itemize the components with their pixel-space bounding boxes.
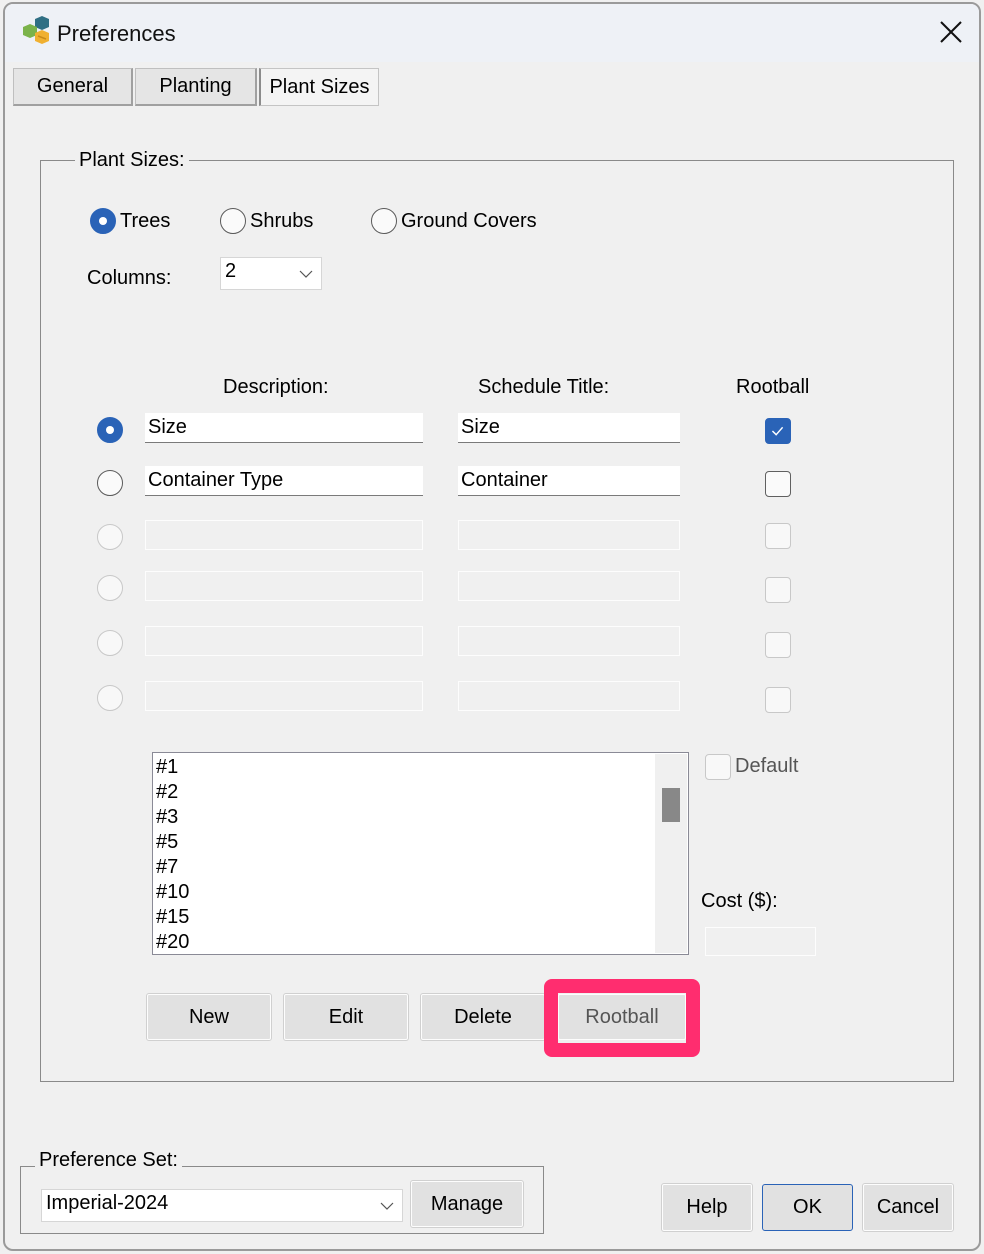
list-item[interactable]: #2 [153, 780, 688, 805]
schedule-title-field-4[interactable] [458, 571, 680, 601]
list-item[interactable]: #3 [153, 805, 688, 830]
rootball-checkbox-6[interactable] [765, 687, 791, 713]
tab-general[interactable]: General [13, 68, 133, 106]
chevron-down-icon [299, 270, 313, 278]
preference-set-label: Preference Set: [35, 1149, 182, 1172]
row-radio-1[interactable] [97, 417, 123, 443]
size-list-scrollbar[interactable] [655, 754, 687, 953]
rootball-checkbox-1[interactable] [765, 418, 791, 444]
schedule-title-header: Schedule Title: [478, 376, 610, 398]
tab-planting[interactable]: Planting [135, 68, 257, 106]
close-icon[interactable] [937, 18, 965, 46]
preferences-dialog: Preferences General Planting Plant Sizes… [3, 2, 981, 1251]
rootball-checkbox-5[interactable] [765, 632, 791, 658]
description-field-3[interactable] [145, 520, 423, 550]
list-item[interactable]: #1 [153, 755, 688, 780]
description-field-5[interactable] [145, 626, 423, 656]
default-label: Default [735, 755, 799, 777]
tab-label: Planting [159, 75, 232, 97]
row-radio-6[interactable] [97, 685, 123, 711]
schedule-title-field-6[interactable] [458, 681, 680, 711]
description-field-1[interactable]: Size [145, 413, 423, 443]
new-button[interactable]: New [146, 993, 272, 1041]
row-radio-2[interactable] [97, 470, 123, 496]
radio-shrubs-label: Shrubs [250, 210, 314, 232]
edit-button[interactable]: Edit [283, 993, 409, 1041]
list-item[interactable]: #5 [153, 830, 688, 855]
list-item[interactable]: #7 [153, 855, 688, 880]
row-radio-5[interactable] [97, 630, 123, 656]
columns-label: Columns: [87, 267, 172, 289]
preference-set-dropdown[interactable]: Imperial-2024 [41, 1189, 403, 1222]
description-field-4[interactable] [145, 571, 423, 601]
radio-shrubs[interactable] [220, 208, 246, 234]
radio-trees[interactable] [90, 208, 116, 234]
description-header: Description: [223, 376, 329, 398]
plant-sizes-group-label: Plant Sizes: [75, 149, 189, 172]
scrollbar-thumb[interactable] [662, 788, 680, 822]
preference-set-value: Imperial-2024 [46, 1192, 169, 1214]
tab-label: General [36, 75, 109, 97]
radio-ground-covers-label: Ground Covers [401, 210, 537, 232]
list-item[interactable]: #20 [153, 930, 688, 954]
default-checkbox[interactable] [705, 754, 731, 780]
schedule-title-field-5[interactable] [458, 626, 680, 656]
list-item[interactable]: #15 [153, 905, 688, 930]
garden-hexagon-logo-icon [23, 16, 49, 44]
cost-input[interactable] [705, 927, 816, 956]
tab-plant-sizes[interactable]: Plant Sizes [259, 68, 379, 106]
window-title: Preferences [57, 21, 176, 46]
rootball-header: Rootball [736, 376, 810, 398]
cost-label: Cost ($): [701, 890, 778, 912]
columns-dropdown[interactable]: 2 [220, 257, 322, 290]
columns-value: 2 [225, 260, 237, 282]
rootball-checkbox-2[interactable] [765, 471, 791, 497]
radio-ground-covers[interactable] [371, 208, 397, 234]
rootball-button[interactable]: Rootball [558, 994, 686, 1040]
description-field-6[interactable] [145, 681, 423, 711]
checkmark-icon [771, 426, 784, 436]
size-list[interactable]: #1 #2 #3 #5 #7 #10 #15 #20 [152, 752, 689, 955]
schedule-title-field-2[interactable]: Container [458, 466, 680, 496]
schedule-title-field-1[interactable]: Size [458, 413, 680, 443]
chevron-down-icon [380, 1202, 394, 1210]
title-bar: Preferences [5, 4, 979, 62]
schedule-title-field-3[interactable] [458, 520, 680, 550]
ok-button[interactable]: OK [762, 1184, 853, 1231]
row-radio-4[interactable] [97, 575, 123, 601]
description-field-2[interactable]: Container Type [145, 466, 423, 496]
manage-button[interactable]: Manage [410, 1180, 524, 1228]
rootball-checkbox-4[interactable] [765, 577, 791, 603]
delete-button[interactable]: Delete [420, 993, 546, 1041]
radio-trees-label: Trees [120, 210, 171, 232]
help-button[interactable]: Help [661, 1183, 753, 1232]
cancel-button[interactable]: Cancel [862, 1183, 954, 1232]
list-item[interactable]: #10 [153, 880, 688, 905]
size-list-items: #1 #2 #3 #5 #7 #10 #15 #20 [153, 753, 688, 954]
tab-label: Plant Sizes [269, 75, 370, 98]
rootball-checkbox-3[interactable] [765, 523, 791, 549]
row-radio-3[interactable] [97, 524, 123, 550]
